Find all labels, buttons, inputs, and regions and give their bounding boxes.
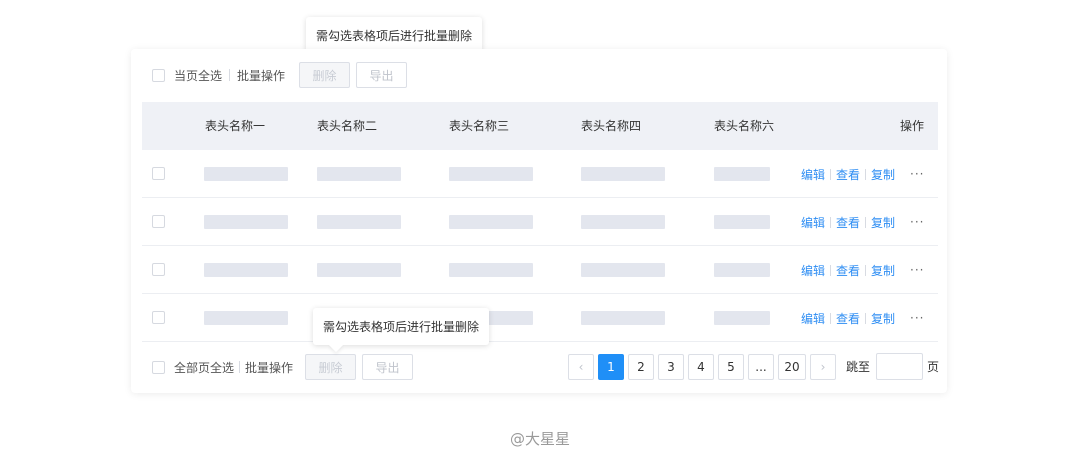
row-checkbox[interactable] [152, 311, 165, 324]
row-actions: 编辑 查看 复制 ··· [801, 294, 925, 342]
action-divider [865, 264, 867, 276]
bottom-toolbar: 全部页全选 批量操作 删除 导出 [152, 354, 414, 380]
copy-link[interactable]: 复制 [871, 262, 895, 279]
view-link[interactable]: 查看 [836, 214, 860, 231]
cell-placeholder [449, 167, 533, 181]
cell-placeholder [714, 263, 770, 277]
table-row: 编辑 查看 复制 ··· [142, 150, 938, 198]
row-checkbox[interactable] [152, 167, 165, 180]
tooltip-text: 需勾选表格项后进行批量删除 [316, 28, 473, 43]
edit-link[interactable]: 编辑 [801, 262, 825, 279]
next-page-button[interactable]: › [810, 353, 836, 380]
top-toolbar: 当页全选 批量操作 删除 导出 [152, 62, 408, 88]
page-button-1[interactable]: 1 [598, 353, 624, 380]
cell-placeholder [714, 167, 770, 181]
jump-page-input[interactable] [876, 353, 924, 380]
toolbar-divider [229, 69, 231, 81]
watermark: @大星星 [509, 430, 570, 448]
table-row: 编辑 查看 复制 ··· [142, 246, 938, 294]
copy-link[interactable]: 复制 [871, 310, 895, 327]
cell-placeholder [449, 263, 533, 277]
cell-placeholder [204, 263, 288, 277]
cell-placeholder [581, 215, 665, 229]
delete-button[interactable]: 删除 [305, 354, 357, 380]
prev-page-button[interactable]: ‹ [568, 353, 594, 380]
pagination: ‹ 1 2 3 4 5 ... 20 › 跳至 页 [568, 353, 939, 380]
page-button-2[interactable]: 2 [628, 353, 654, 380]
action-divider [865, 216, 867, 228]
select-page-checkbox[interactable] [152, 68, 165, 82]
view-link[interactable]: 查看 [836, 166, 860, 183]
action-divider [865, 312, 867, 324]
cell-placeholder [581, 167, 665, 181]
more-icon[interactable]: ··· [910, 215, 924, 229]
data-table: 表头名称一 表头名称二 表头名称三 表头名称四 表头名称六 操作 编辑 查看 复… [142, 102, 938, 342]
page-button-20[interactable]: 20 [778, 353, 806, 380]
view-link[interactable]: 查看 [836, 310, 860, 327]
page-button-5[interactable]: 5 [718, 353, 744, 380]
cell-placeholder [581, 311, 665, 325]
action-divider [865, 168, 867, 180]
cell-placeholder [204, 215, 288, 229]
row-actions: 编辑 查看 复制 ··· [801, 198, 925, 246]
cell-placeholder [714, 215, 770, 229]
page-button-4[interactable]: 4 [688, 353, 714, 380]
cell-placeholder [449, 215, 533, 229]
column-header-1: 表头名称一 [205, 119, 266, 133]
row-actions: 编辑 查看 复制 ··· [801, 150, 925, 198]
batch-delete-tooltip-top: 需勾选表格项后进行批量删除 [306, 17, 483, 53]
export-button[interactable]: 导出 [362, 354, 414, 380]
row-checkbox[interactable] [152, 263, 165, 276]
edit-link[interactable]: 编辑 [801, 310, 825, 327]
delete-button[interactable]: 删除 [299, 62, 351, 88]
row-actions: 编辑 查看 复制 ··· [801, 246, 925, 294]
jump-to-label: 跳至 [846, 360, 871, 374]
edit-link[interactable]: 编辑 [801, 214, 825, 231]
toolbar-divider [239, 361, 241, 373]
table-row: 编辑 查看 复制 ··· [142, 198, 938, 246]
batch-delete-tooltip-bottom: 需勾选表格项后进行批量删除 [313, 308, 490, 345]
edit-link[interactable]: 编辑 [801, 166, 825, 183]
table-card: 当页全选 批量操作 删除 导出 表头名称一 表头名称二 表头名称三 表头名称四 … [131, 49, 947, 393]
column-header-4: 表头名称四 [581, 119, 642, 133]
select-page-label[interactable]: 当页全选 [174, 67, 222, 84]
tooltip-text: 需勾选表格项后进行批量删除 [323, 320, 480, 334]
table-row: 编辑 查看 复制 ··· [142, 294, 938, 342]
export-button[interactable]: 导出 [356, 62, 408, 88]
copy-link[interactable]: 复制 [871, 214, 895, 231]
more-icon[interactable]: ··· [910, 263, 924, 277]
cell-placeholder [204, 167, 288, 181]
select-all-pages-checkbox[interactable] [152, 360, 165, 374]
batch-operation-label: 批量操作 [245, 360, 294, 375]
select-all-pages-label[interactable]: 全部页全选 [174, 359, 234, 376]
cell-placeholder [317, 167, 401, 181]
cell-placeholder [714, 311, 770, 325]
more-icon[interactable]: ··· [910, 311, 924, 325]
action-divider [830, 264, 832, 276]
cell-placeholder [581, 263, 665, 277]
action-divider [830, 216, 832, 228]
column-header-2: 表头名称二 [317, 119, 378, 133]
page-ellipsis[interactable]: ... [748, 353, 774, 380]
column-header-6: 表头名称六 [714, 119, 775, 133]
page-unit-label: 页 [927, 360, 940, 374]
batch-operation-label: 批量操作 [237, 68, 286, 83]
cell-placeholder [317, 215, 401, 229]
column-header-3: 表头名称三 [449, 119, 510, 133]
more-icon[interactable]: ··· [910, 167, 924, 181]
row-checkbox[interactable] [152, 215, 165, 228]
cell-placeholder [204, 311, 288, 325]
action-divider [830, 168, 832, 180]
cell-placeholder [317, 263, 401, 277]
table-header: 表头名称一 表头名称二 表头名称三 表头名称四 表头名称六 操作 [142, 102, 938, 150]
action-divider [830, 312, 832, 324]
page-button-3[interactable]: 3 [658, 353, 684, 380]
view-link[interactable]: 查看 [836, 262, 860, 279]
copy-link[interactable]: 复制 [871, 166, 895, 183]
column-header-actions: 操作 [900, 119, 925, 133]
